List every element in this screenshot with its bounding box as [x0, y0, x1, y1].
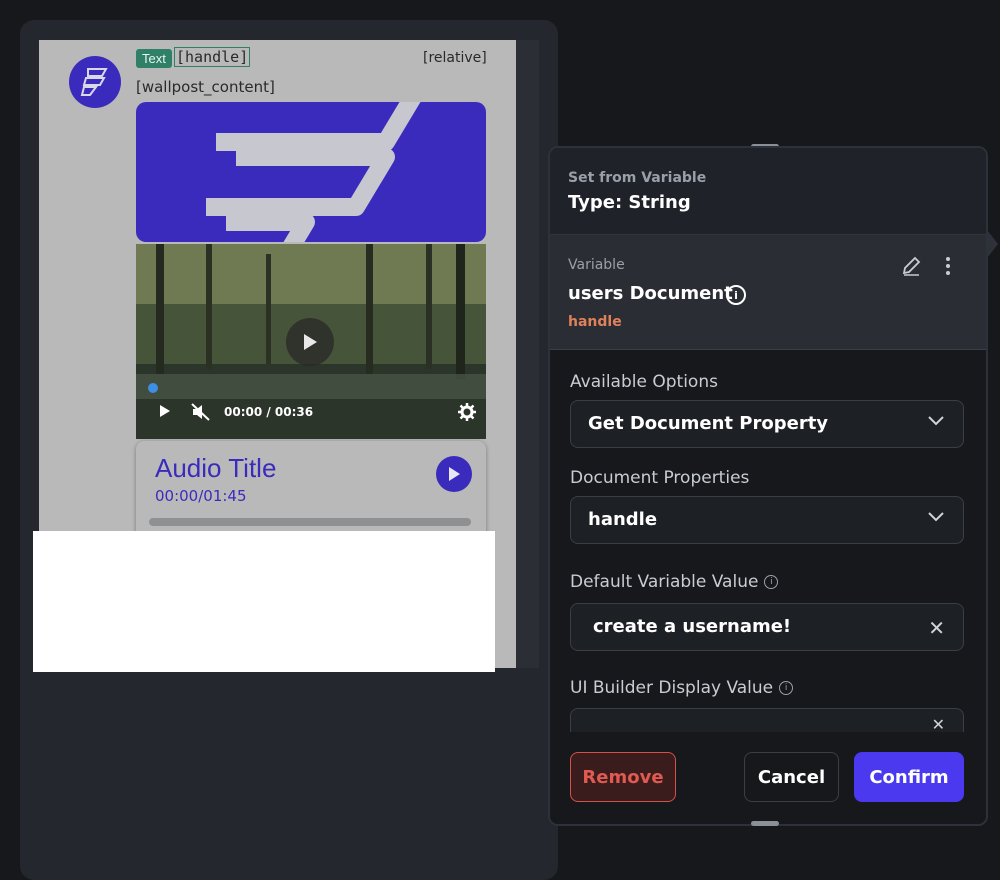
- cancel-button[interactable]: Cancel: [744, 752, 839, 802]
- more-vertical-icon[interactable]: [944, 255, 952, 277]
- play-icon: [304, 334, 317, 350]
- document-properties-select[interactable]: handle: [570, 496, 964, 544]
- audio-title: Audio Title: [155, 453, 277, 483]
- document-properties-value: handle: [588, 509, 658, 530]
- variable-name: users Document: [568, 283, 733, 304]
- ui-builder-value-label-text: UI Builder Display Value: [570, 678, 774, 698]
- ui-builder-value-label: UI Builder Display Value i: [570, 678, 794, 698]
- variable-label: Variable: [568, 257, 625, 273]
- audio-play-button[interactable]: [436, 456, 472, 492]
- play-icon: [449, 467, 460, 481]
- ui-builder-value-input[interactable]: ✕: [570, 708, 964, 734]
- info-icon[interactable]: i: [726, 285, 746, 305]
- variable-card[interactable]: Variable users Document i handle: [550, 235, 986, 350]
- clear-icon[interactable]: ✕: [928, 616, 945, 640]
- brand-logo-icon: [80, 68, 108, 96]
- default-value-text: create a username!: [593, 616, 792, 637]
- panel-header: Set from Variable Type: String: [550, 148, 986, 235]
- mute-icon[interactable]: [191, 403, 211, 421]
- audio-time: 00:00/01:45: [155, 487, 247, 505]
- remove-button[interactable]: Remove: [570, 752, 676, 802]
- canvas-scroll-edge: [516, 40, 539, 668]
- handle-text[interactable]: [handle]: [173, 47, 251, 67]
- default-value-label: Default Variable Value i: [570, 572, 779, 592]
- info-icon[interactable]: i: [779, 681, 794, 695]
- audio-player[interactable]: Audio Title 00:00/01:45: [136, 441, 486, 541]
- brand-logo-large-icon: [206, 102, 421, 242]
- avatar[interactable]: [69, 56, 121, 108]
- video-player[interactable]: 00:00 / 00:36: [136, 244, 486, 439]
- wallpost-content-text[interactable]: [wallpost_content]: [136, 78, 275, 96]
- post-image[interactable]: [136, 102, 486, 242]
- video-time: 00:00 / 00:36: [224, 405, 314, 419]
- widget-type-badge: Text: [136, 49, 172, 68]
- document-properties-label: Document Properties: [570, 468, 750, 488]
- panel-type: Type: String: [568, 192, 691, 213]
- panel-subtitle: Set from Variable: [568, 170, 707, 186]
- confirm-button[interactable]: Confirm: [854, 752, 964, 802]
- available-options-select[interactable]: Get Document Property: [570, 400, 964, 448]
- variable-property: handle: [568, 314, 622, 330]
- video-play-button[interactable]: [286, 318, 334, 366]
- video-progress-handle[interactable]: [148, 383, 158, 393]
- play-icon[interactable]: [158, 403, 172, 419]
- video-controls: 00:00 / 00:36: [136, 399, 486, 429]
- default-value-label-text: Default Variable Value: [570, 572, 759, 592]
- chevron-down-icon: [928, 512, 944, 522]
- info-icon[interactable]: i: [764, 575, 779, 589]
- chevron-down-icon: [928, 416, 944, 426]
- set-from-variable-panel: Set from Variable Type: String Variable …: [548, 146, 988, 826]
- available-options-value: Get Document Property: [588, 413, 829, 434]
- audio-progress-bar[interactable]: [149, 518, 471, 526]
- edit-pencil-icon[interactable]: [900, 255, 922, 277]
- available-options-label: Available Options: [570, 372, 718, 392]
- default-value-input[interactable]: create a username! ✕: [570, 603, 964, 651]
- blank-overlay: [33, 531, 495, 672]
- settings-gear-icon[interactable]: [458, 403, 476, 421]
- relative-time-text[interactable]: [relative]: [423, 50, 487, 66]
- panel-bottom-grip[interactable]: [751, 821, 779, 826]
